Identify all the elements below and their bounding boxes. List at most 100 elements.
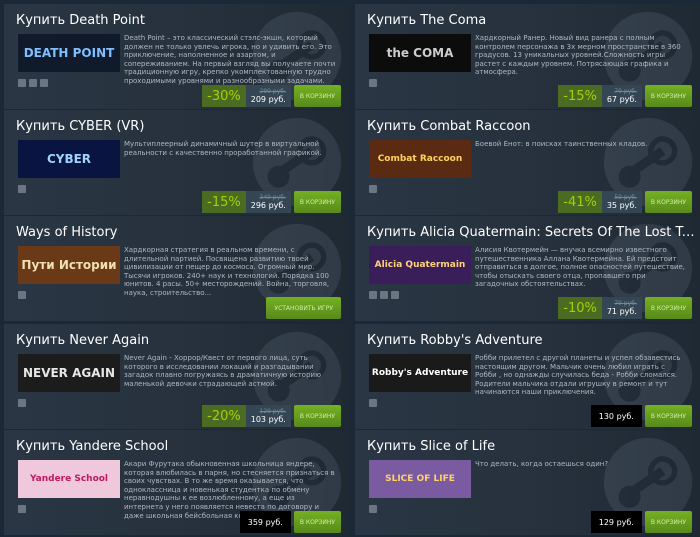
capsule-text: Alicia Quatermain: [374, 260, 466, 270]
game-capsule-image[interactable]: Combat Raccoon: [369, 140, 471, 178]
game-description: Алисия Квотермейн — внучка всемирно изве…: [475, 246, 686, 289]
game-capsule-image[interactable]: the COMA: [369, 34, 471, 72]
final-price: 209 руб.: [250, 94, 286, 104]
game-capsule-image[interactable]: Yandere School: [18, 460, 120, 498]
purchase-area: -15% 79 руб. 67 руб. В КОРЗИНУ: [558, 85, 692, 107]
capsule-text: Robby's Adventure: [371, 368, 469, 378]
game-title[interactable]: Ways of History: [16, 225, 346, 240]
purchase-area: УСТАНОВИТЬ ИГРУ: [263, 297, 341, 319]
game-card: Купить CYBER (VR) CYBER Мультиплеерный д…: [4, 110, 349, 215]
windows-icon: [18, 399, 26, 407]
final-price: 103 руб.: [250, 414, 286, 424]
capsule-text: SLICE OF LIFE: [385, 474, 455, 484]
game-description: Never Again - Хоррор/Квест от первого ли…: [124, 354, 321, 388]
game-capsule-image[interactable]: DEATH POINT: [18, 34, 120, 72]
add-to-cart-button[interactable]: В КОРЗИНУ: [293, 85, 341, 107]
final-price: 35 руб.: [606, 200, 637, 210]
game-title[interactable]: Купить Never Again: [16, 333, 346, 348]
windows-icon: [18, 79, 26, 87]
add-to-cart-button[interactable]: В КОРЗИНУ: [644, 297, 692, 319]
final-price: 71 руб.: [606, 306, 637, 316]
discount-badge: -15%: [558, 85, 602, 107]
add-to-cart-button[interactable]: В КОРЗИНУ: [644, 85, 692, 107]
windows-icon: [369, 79, 377, 87]
price: 130 руб.: [590, 405, 642, 427]
purchase-area: 359 руб. В КОРЗИНУ: [239, 511, 341, 533]
platform-icons: [369, 399, 377, 407]
game-capsule-image[interactable]: Alicia Quatermain: [369, 246, 471, 284]
platform-icons: [369, 79, 377, 87]
platform-icons: [369, 185, 377, 193]
game-title[interactable]: Купить Slice of Life: [367, 439, 697, 454]
original-price: 79 руб.: [614, 87, 637, 95]
original-price: 129 руб.: [259, 407, 286, 415]
steam-icon: [40, 79, 48, 87]
add-to-cart-button[interactable]: В КОРЗИНУ: [644, 405, 692, 427]
game-capsule-image[interactable]: Пути Истории: [18, 246, 120, 284]
game-title[interactable]: Купить Robby's Adventure: [367, 333, 697, 348]
game-capsule-image[interactable]: Robby's Adventure: [369, 354, 471, 392]
discount-badge: -30%: [202, 85, 246, 107]
windows-icon: [369, 291, 377, 299]
original-price: 299 руб.: [259, 87, 286, 95]
game-title[interactable]: Купить The Coma: [367, 13, 697, 28]
apple-icon: [380, 291, 388, 299]
platform-icons: [369, 505, 377, 513]
price-block: 79 руб. 71 руб.: [601, 297, 642, 319]
game-description: Боевой Енот: в поисках таинственных клад…: [475, 140, 648, 148]
purchase-area: -10% 79 руб. 71 руб. В КОРЗИНУ: [558, 297, 692, 319]
platform-icons: [369, 291, 399, 299]
apple-icon: [29, 79, 37, 87]
platform-icons: [18, 505, 26, 513]
add-to-cart-button[interactable]: В КОРЗИНУ: [644, 191, 692, 213]
platform-icons: [18, 291, 26, 299]
price-block: 79 руб. 67 руб.: [601, 85, 642, 107]
price-block: 59 руб. 35 руб.: [601, 191, 642, 213]
discount-badge: -10%: [558, 297, 602, 319]
price: 129 руб.: [590, 511, 642, 533]
windows-icon: [369, 505, 377, 513]
capsule-text: CYBER: [46, 152, 92, 166]
final-price: 296 руб.: [250, 200, 286, 210]
price-block: 129 руб. 103 руб.: [245, 405, 291, 427]
game-capsule-image[interactable]: SLICE OF LIFE: [369, 460, 471, 498]
windows-icon: [18, 291, 26, 299]
original-price: 59 руб.: [614, 193, 637, 201]
windows-icon: [369, 399, 377, 407]
platform-icons: [18, 399, 26, 407]
add-to-cart-button[interactable]: В КОРЗИНУ: [293, 405, 341, 427]
game-card: Купить Yandere School Yandere School Ака…: [4, 430, 349, 535]
purchase-area: 130 руб. В КОРЗИНУ: [590, 405, 692, 427]
original-price: 79 руб.: [614, 299, 637, 307]
purchase-area: -15% 349 руб. 296 руб. В КОРЗИНУ: [202, 191, 341, 213]
platform-icons: [18, 185, 26, 193]
game-title[interactable]: Купить Yandere School: [16, 439, 346, 454]
game-card: Ways of History Пути Истории Хардкорная …: [4, 216, 349, 321]
discount-badge: -41%: [558, 191, 602, 213]
game-description: Death Point – это классический стэлс-экш…: [124, 34, 336, 85]
game-capsule-image[interactable]: NEVER AGAIN: [18, 354, 120, 392]
price: 359 руб.: [239, 511, 291, 533]
capsule-text: Пути Истории: [21, 258, 117, 272]
game-card: Купить Robby's Adventure Robby's Adventu…: [355, 324, 700, 429]
add-to-cart-button[interactable]: В КОРЗИНУ: [644, 511, 692, 533]
install-game-button[interactable]: УСТАНОВИТЬ ИГРУ: [266, 297, 341, 319]
game-description: Что делать, когда остаешься один?: [475, 460, 609, 468]
game-description: Робби прилетел с другой планеты и успел …: [475, 354, 681, 397]
add-to-cart-button[interactable]: В КОРЗИНУ: [293, 191, 341, 213]
windows-icon: [18, 505, 26, 513]
discount-badge: -20%: [202, 405, 246, 427]
final-price: 67 руб.: [606, 94, 637, 104]
game-title[interactable]: Купить Death Point: [16, 13, 346, 28]
game-card: Купить Death Point DEATH POINT Death Poi…: [4, 4, 349, 109]
game-title[interactable]: Купить Combat Raccoon: [367, 119, 697, 134]
game-card: Купить The Coma the COMA Хардкорный Ране…: [355, 4, 700, 109]
game-title[interactable]: Купить Alicia Quatermain: Secrets Of The…: [367, 225, 697, 240]
game-capsule-image[interactable]: CYBER: [18, 140, 120, 178]
game-title[interactable]: Купить CYBER (VR): [16, 119, 346, 134]
purchase-area: -30% 299 руб. 209 руб. В КОРЗИНУ: [202, 85, 341, 107]
purchase-area: -41% 59 руб. 35 руб. В КОРЗИНУ: [558, 191, 692, 213]
windows-icon: [18, 185, 26, 193]
game-description: Хардкорная стратегия в реальном времени,…: [124, 246, 330, 297]
add-to-cart-button[interactable]: В КОРЗИНУ: [293, 511, 341, 533]
